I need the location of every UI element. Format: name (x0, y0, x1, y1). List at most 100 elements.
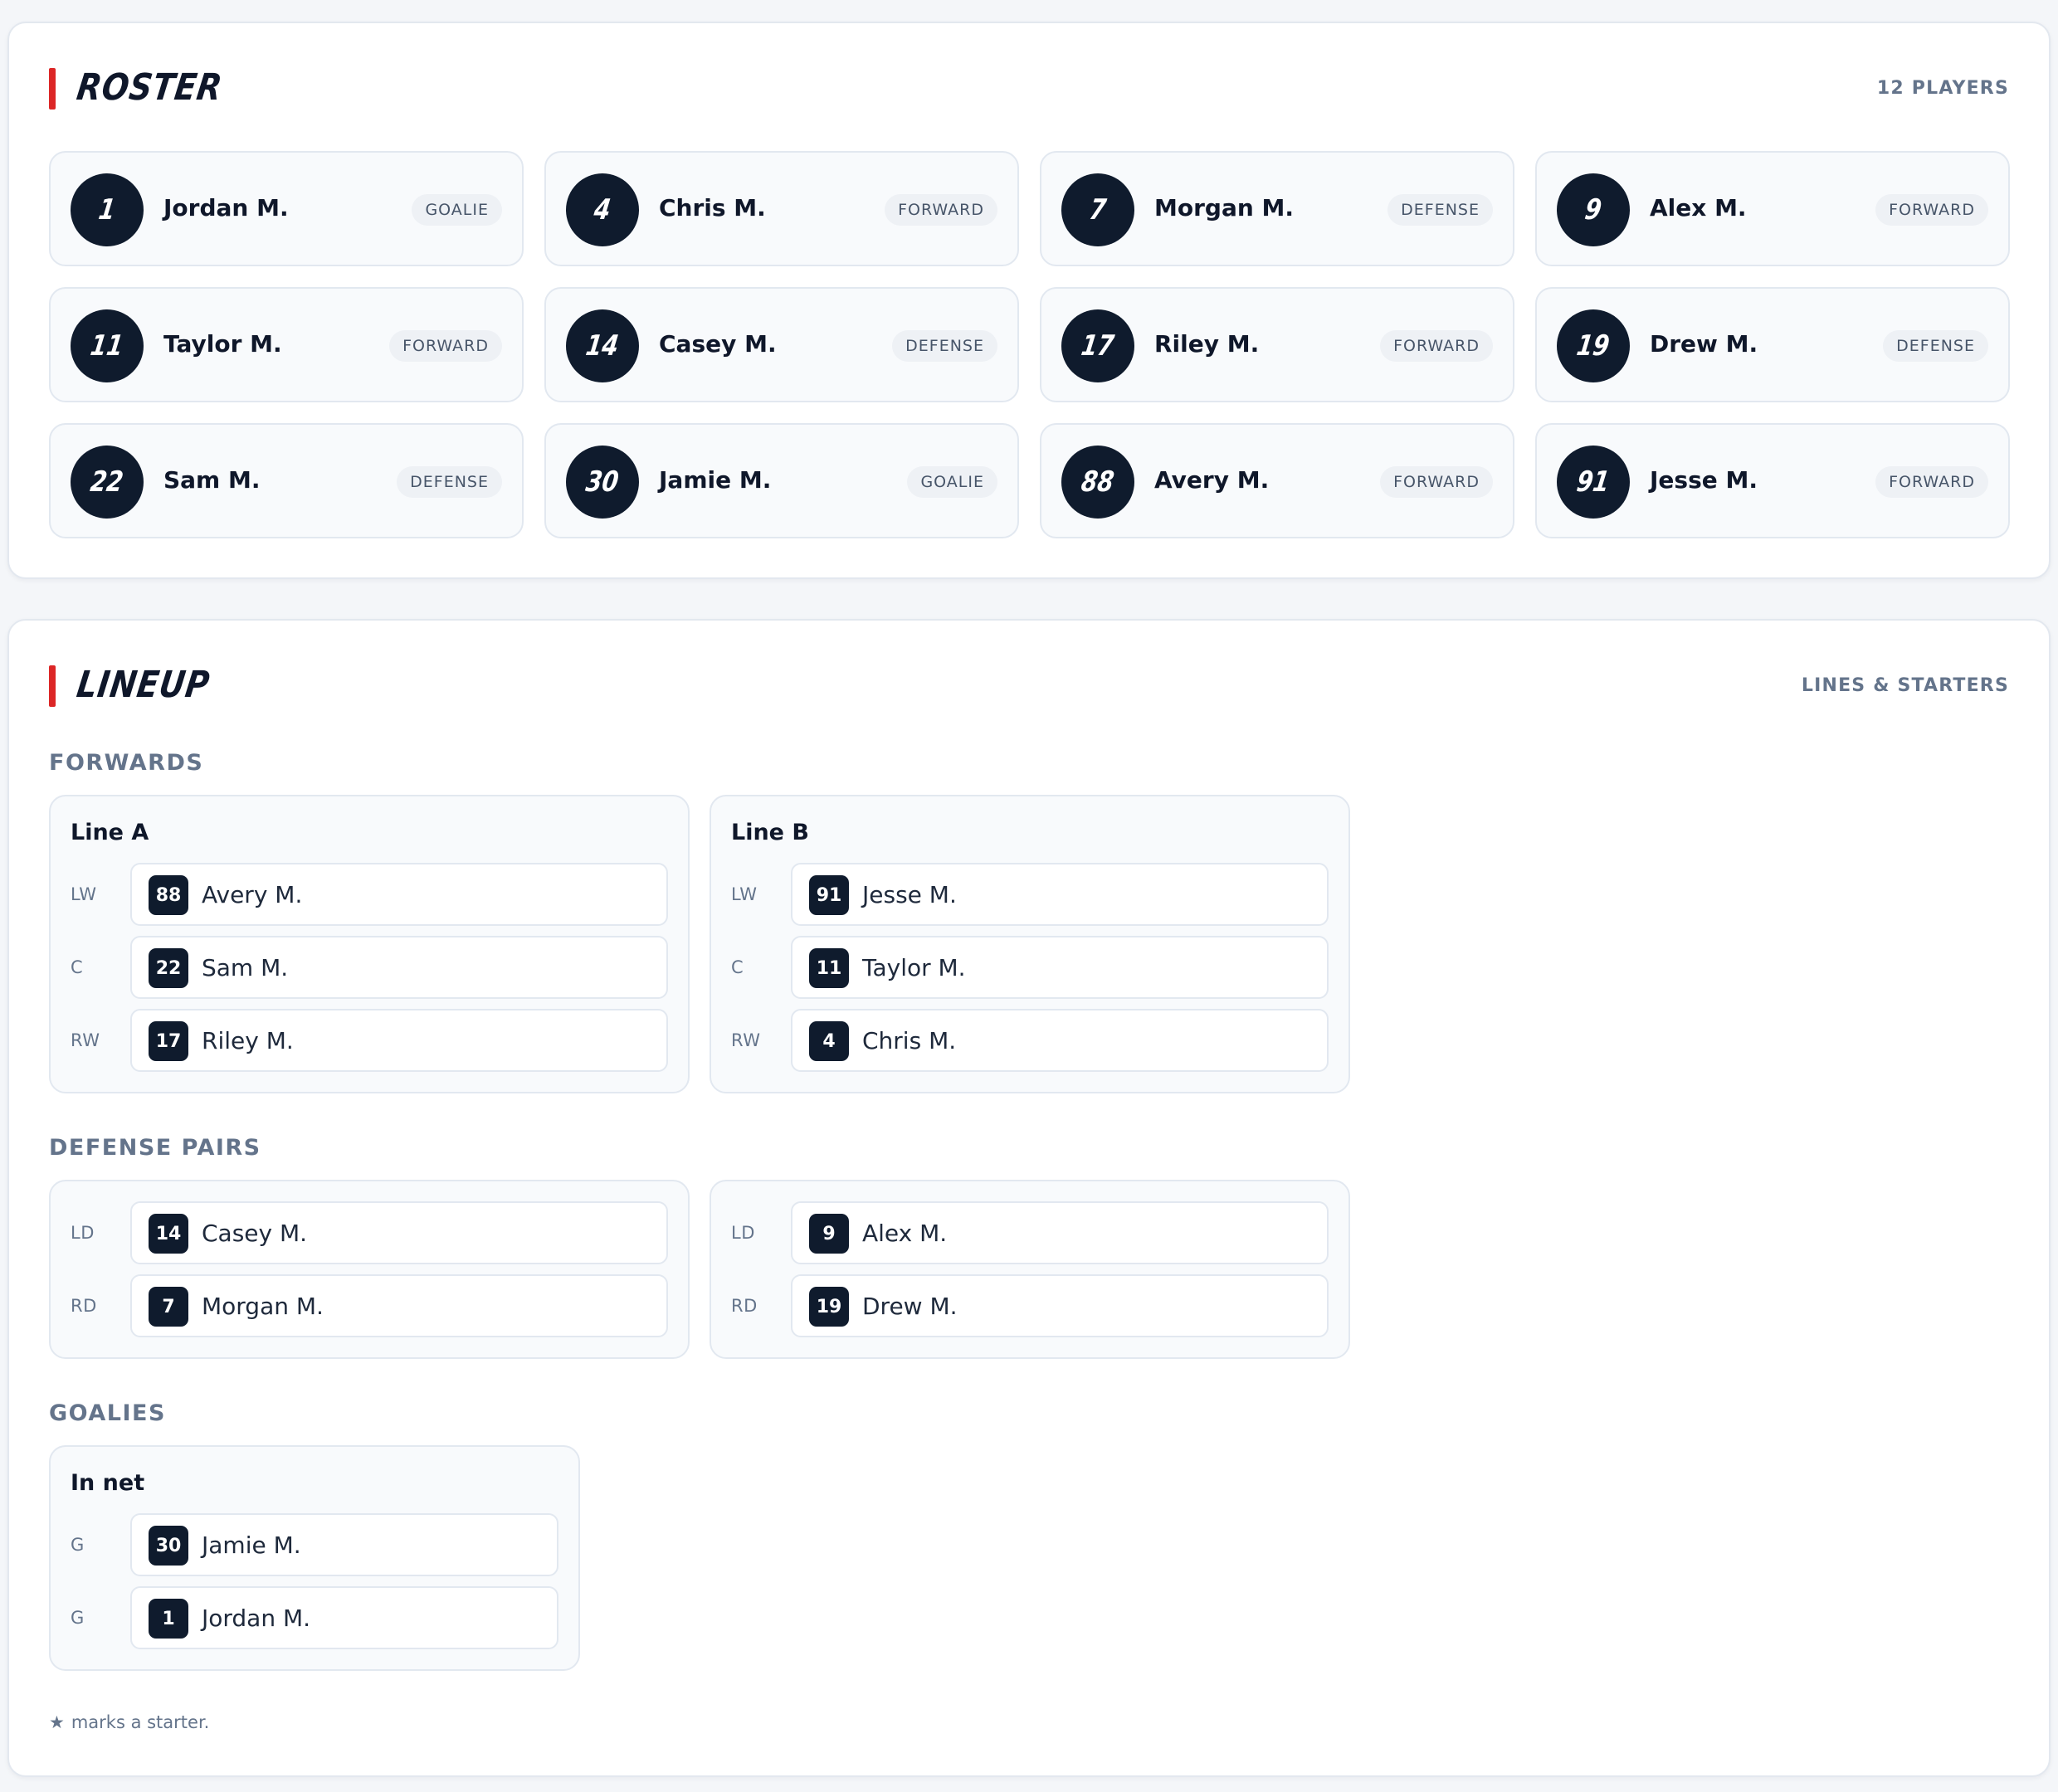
jersey-number-badge: 88 (1061, 446, 1134, 519)
player-card[interactable]: 4 Chris M. FORWARD (544, 151, 1019, 266)
title-accent-bar (49, 68, 56, 110)
slot-player-box[interactable]: 19 Drew M. (791, 1274, 1329, 1337)
roster-grid: 1 Jordan M. GOALIE 4 Chris M. FORWARD 7 Morgan … (49, 151, 2010, 538)
lineup-slot-row: G 30 Jamie M. (51, 1513, 578, 1576)
slot-position-label: LW (71, 884, 97, 904)
slot-player-box[interactable]: 30 Jamie M. (130, 1513, 558, 1576)
player-card[interactable]: 19 Drew M. DEFENSE (1535, 287, 2010, 402)
player-card[interactable]: 7 Morgan M. DEFENSE (1040, 151, 1514, 266)
slot-player-box[interactable]: 1 Jordan M. (130, 1586, 558, 1649)
jersey-number: 19 (1574, 329, 1612, 363)
jersey-number-badge: 4 (566, 173, 639, 246)
slot-jersey-number: 1 (149, 1599, 188, 1639)
jersey-number: 9 (1583, 193, 1604, 226)
jersey-number-badge: 19 (1557, 309, 1630, 382)
jersey-number: 7 (1087, 193, 1109, 226)
jersey-number-badge: 91 (1557, 446, 1630, 519)
slot-player-box[interactable]: 11 Taylor M. (791, 936, 1329, 999)
player-card[interactable]: 1 Jordan M. GOALIE (49, 151, 524, 266)
lineup-slot-row: RD 7 Morgan M. (51, 1274, 688, 1337)
lineup-slot-row: LW 91 Jesse M. (711, 863, 1348, 926)
player-name: Chris M. (659, 194, 766, 222)
player-name: Jesse M. (1650, 466, 1758, 494)
slot-player-box[interactable]: 9 Alex M. (791, 1201, 1329, 1264)
jersey-number: 91 (1574, 465, 1612, 499)
jersey-number-badge: 7 (1061, 173, 1134, 246)
forwards-section-label: FORWARDS (49, 750, 204, 776)
jersey-number-badge: 9 (1557, 173, 1630, 246)
slot-player-box[interactable]: 17 Riley M. (130, 1009, 668, 1072)
defense-section-label: DEFENSE PAIRS (49, 1135, 261, 1161)
lineup-slot-row: RD 19 Drew M. (711, 1274, 1348, 1337)
lineup-slot-row: LW 88 Avery M. (51, 863, 688, 926)
lineup-slot-row: LD 14 Casey M. (51, 1201, 688, 1264)
player-name: Avery M. (1154, 466, 1270, 494)
player-card[interactable]: 9 Alex M. FORWARD (1535, 151, 2010, 266)
slot-position-label: G (71, 1535, 85, 1555)
slot-player-name: Jesse M. (862, 881, 957, 908)
roster-panel: ROSTER 12 PLAYERS 1 Jordan M. GOALIE 4 Chris… (7, 22, 2051, 579)
lineup-title: LINEUP (74, 664, 212, 706)
lineup-panel: LINEUP LINES & STARTERS FORWARDS Line AL… (7, 619, 2051, 1777)
player-card[interactable]: 88 Avery M. FORWARD (1040, 423, 1514, 538)
jersey-number: 14 (583, 329, 622, 363)
jersey-number-badge: 1 (71, 173, 144, 246)
slot-player-box[interactable]: 88 Avery M. (130, 863, 668, 926)
player-name: Casey M. (659, 330, 777, 358)
slot-player-name: Jordan M. (202, 1605, 311, 1632)
footnote-text: marks a starter. (71, 1712, 210, 1732)
slot-player-box[interactable]: 91 Jesse M. (791, 863, 1329, 926)
slot-jersey-number: 9 (809, 1214, 849, 1254)
player-card[interactable]: 11 Taylor M. FORWARD (49, 287, 524, 402)
slot-position-label: RD (71, 1296, 97, 1316)
slot-jersey-number: 88 (149, 875, 188, 915)
position-badge: FORWARD (1875, 466, 1988, 498)
player-name: Taylor M. (163, 330, 282, 358)
slot-jersey-number: 30 (149, 1526, 188, 1566)
player-name: Jordan M. (163, 194, 289, 222)
forward-line-card: Line A LW 88 Avery M. C 22 Sam M. RW 17 Riley M. (49, 795, 690, 1093)
jersey-number-badge: 30 (566, 446, 639, 519)
slot-jersey-number: 91 (809, 875, 849, 915)
slot-player-box[interactable]: 22 Sam M. (130, 936, 668, 999)
defense-pair-card: LD 9 Alex M. RD 19 Drew M. (710, 1180, 1350, 1359)
slot-player-name: Jamie M. (202, 1531, 301, 1559)
slot-player-name: Sam M. (202, 954, 289, 981)
slot-jersey-number: 22 (149, 948, 188, 988)
jersey-number: 1 (96, 193, 118, 226)
jersey-number: 17 (1079, 329, 1117, 363)
slot-player-box[interactable]: 7 Morgan M. (130, 1274, 668, 1337)
slot-jersey-number: 11 (809, 948, 849, 988)
player-card[interactable]: 30 Jamie M. GOALIE (544, 423, 1019, 538)
slot-position-label: C (731, 957, 744, 977)
star-icon: ★ (49, 1712, 65, 1732)
position-badge: GOALIE (907, 466, 997, 498)
position-badge: FORWARD (389, 330, 502, 362)
player-name: Sam M. (163, 466, 261, 494)
player-name: Riley M. (1154, 330, 1260, 358)
slot-jersey-number: 14 (149, 1214, 188, 1254)
jersey-number: 30 (583, 465, 622, 499)
player-card[interactable]: 91 Jesse M. FORWARD (1535, 423, 2010, 538)
lineup-slot-row: C 22 Sam M. (51, 936, 688, 999)
slot-player-box[interactable]: 14 Casey M. (130, 1201, 668, 1264)
slot-position-label: C (71, 957, 84, 977)
goalie-card-title: In net (71, 1470, 145, 1496)
jersey-number: 4 (592, 193, 613, 226)
slot-player-name: Casey M. (202, 1220, 308, 1247)
slot-player-name: Avery M. (202, 881, 303, 908)
goalie-card: In net G 30 Jamie M. G 1 Jordan M. (49, 1445, 580, 1671)
goalies-section-label: GOALIES (49, 1400, 166, 1426)
lineup-slot-row: RW 4 Chris M. (711, 1009, 1348, 1072)
position-badge: FORWARD (1380, 466, 1493, 498)
player-card[interactable]: 17 Riley M. FORWARD (1040, 287, 1514, 402)
slot-player-box[interactable]: 4 Chris M. (791, 1009, 1329, 1072)
jersey-number: 11 (88, 329, 126, 363)
player-card[interactable]: 22 Sam M. DEFENSE (49, 423, 524, 538)
position-badge: DEFENSE (1883, 330, 1988, 362)
position-badge: FORWARD (1380, 330, 1493, 362)
lineup-slot-row: C 11 Taylor M. (711, 936, 1348, 999)
slot-position-label: RD (731, 1296, 758, 1316)
slot-jersey-number: 7 (149, 1287, 188, 1327)
player-card[interactable]: 14 Casey M. DEFENSE (544, 287, 1019, 402)
